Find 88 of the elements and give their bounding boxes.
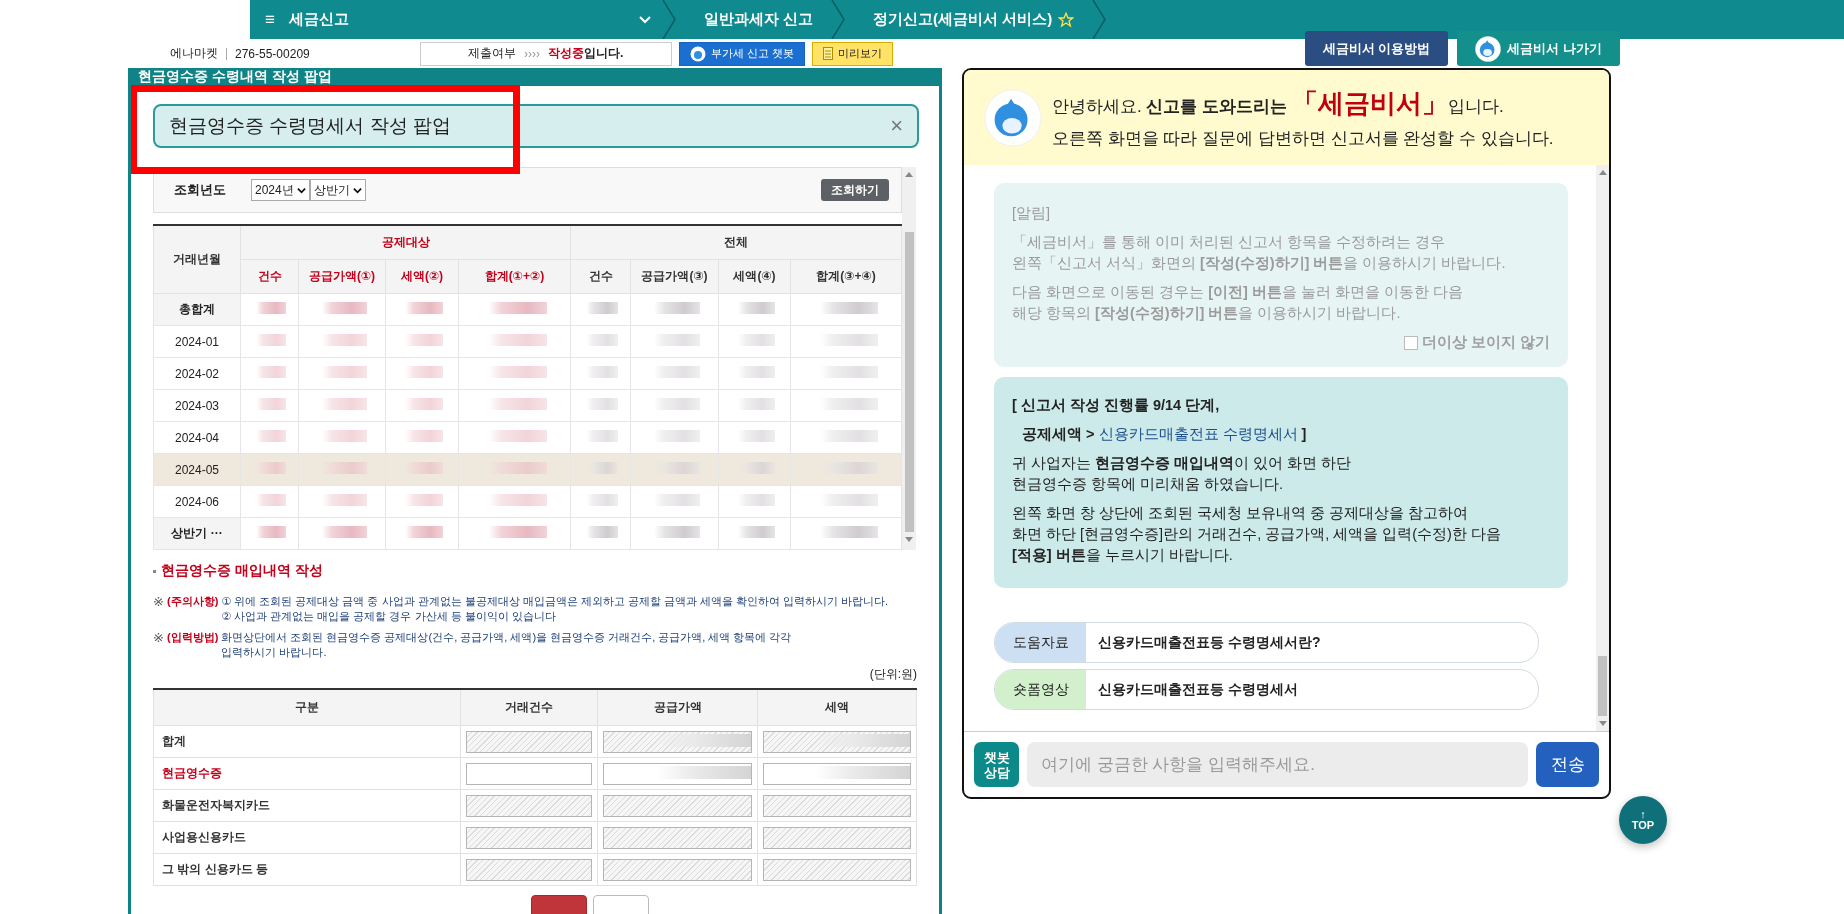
column-header: 공급가액(①): [298, 259, 386, 294]
note-mark: ※: [153, 630, 165, 647]
note-text: ② 사업과 관계없는 매입을 공제할 경우 가산세 등 불이익이 있습니다: [221, 609, 557, 624]
mascot-icon: [1475, 35, 1502, 62]
scrollbar-thumb[interactable]: [1598, 656, 1607, 716]
caret-down-icon[interactable]: [352, 185, 362, 195]
column-header: 공급가액(③): [630, 259, 719, 294]
row-label: 합계: [153, 725, 461, 758]
notice-text: 다음 화면으로 이동된 경우는 [이전] 버튼을 눌러 화면을 이동한 다음 해당 항목의 [작성(수정)하기] 버튼을 이용하시기 바랍니다.: [1012, 283, 1464, 323]
help-link[interactable]: 도움자료 신용카드매출전표등 수령명세서란?: [994, 622, 1539, 663]
company-name: 에나마켓: [170, 45, 218, 62]
table-cell: 2024-05: [153, 453, 241, 486]
note-text: 화면상단에서 조회된 현금영수증 공제대상(건수, 공급가액, 세액)을 현금영수증 거래건수, 공급가액, 세액 항목에 각각 입력하시기 바랍니다.: [221, 630, 793, 660]
caret-down-icon[interactable]: [296, 185, 306, 195]
half-select[interactable]: 상반기: [309, 179, 366, 201]
notice-text: 「세금비서」를 통해 이미 처리된 신고서 항목을 수정하려는 경우 왼쪽「신고서 서식」화면의 [작성(수정)하기] 버튼을 이용하시기 바랍니다.: [1012, 233, 1507, 273]
breadcrumb-link[interactable]: 정기신고(세금비서 서비스): [873, 10, 1053, 29]
table-cell: 2024-01: [153, 325, 241, 358]
progress-title: [ 신고서 작성 진행률 9/14 단계,: [1012, 396, 1221, 415]
chat-input[interactable]: 여기에 궁금한 사항을 입력해주세요.: [1027, 742, 1528, 787]
progress-path: 공제세액 > 신용카드매출전표 수령명세서 ]: [1021, 425, 1308, 444]
column-header: 건수: [240, 259, 299, 294]
search-button[interactable]: 조회하기: [821, 179, 889, 201]
business-number: 276-55-00209: [235, 46, 310, 61]
assistant-button[interactable]: 세금비서 나가기: [1457, 31, 1620, 66]
row-label: 현금영수증: [153, 757, 461, 790]
table-cell: 2024-03: [153, 389, 241, 422]
popup-title: 현금영수증 수령명세서 작성 팝업: [169, 114, 451, 138]
note-label: (입력방법): [167, 630, 219, 645]
scroll-top-button[interactable]: ↑ TOP: [1619, 796, 1667, 844]
table-cell: 2024-02: [153, 357, 241, 390]
chevron-separator-icon: [661, 0, 676, 39]
greeting-subtitle: 오른쪽 화면을 따라 질문에 답변하면 신고서를 완성할 수 있습니다.: [1052, 127, 1554, 150]
column-header: 공급가액: [597, 689, 758, 726]
column-header: 거래건수: [460, 689, 598, 726]
table-cell: 2024-06: [153, 485, 241, 518]
preview-button[interactable]: 미리보기: [811, 41, 893, 66]
chevron-separator-icon: [1092, 0, 1107, 39]
column-header: 합계(③+④): [790, 259, 902, 294]
column-header: 구분: [153, 689, 461, 726]
column-header: 세액: [757, 689, 917, 726]
popup-header: 현금영수증 수령내역 작성 팝업: [131, 68, 939, 86]
breadcrumb-link[interactable]: 일반과세자 신고: [703, 10, 814, 29]
mascot-icon: [984, 88, 1042, 147]
submission-status: 제출여부 ›››› 작성중입니다.: [419, 41, 672, 66]
row-label: 그 밖의 신용카드 등: [153, 853, 461, 886]
note-text: ① 위에 조회된 공제대상 금액 중 사업과 관계없는 불공제대상 매입금액은 제외하고 공제할 금액과 세액을 확인하여 입력하시기 바랍니다.: [221, 594, 889, 609]
input-field[interactable]: [763, 762, 911, 785]
table-cell: 2024-04: [153, 421, 241, 454]
arrow-down-icon[interactable]: [1598, 721, 1607, 726]
row-label: 화물운전자복지카드: [153, 789, 461, 822]
send-button[interactable]: 전송: [1536, 742, 1599, 787]
note-mark: ※: [153, 594, 165, 611]
help-link[interactable]: 숏폼영상 신용카드매출전표등 수령명세서: [994, 669, 1539, 710]
unit-label: (단위:원): [868, 666, 917, 683]
notice-title: [알림]: [1012, 204, 1052, 223]
progress-text: 왼쪽 화면 창 상단에 조회된 국세청 보유내역 중 공제대상을 참고하여 화면 하단 [현금영수증]란의 거래건수, 공급가액, 세액을 입력(수정)한 다음 [적용] 버튼을 누르시기 바랍니다.: [1012, 504, 1502, 565]
menu-icon[interactable]: ≡: [265, 9, 275, 30]
scrollbar-thumb[interactable]: [904, 232, 914, 532]
nav-title: 세금신고: [288, 10, 349, 29]
section-title: 현금영수증 매입내역 작성: [161, 562, 323, 580]
table-cell: 상반기 ···: [153, 517, 241, 550]
arrow-down-icon[interactable]: [905, 537, 913, 542]
table-cell: 총합계: [153, 293, 241, 326]
query-label: 조회년도: [174, 181, 226, 199]
chevron-separator-icon: [831, 0, 846, 39]
column-header: 세액(④): [718, 259, 791, 294]
input-field[interactable]: [466, 762, 592, 785]
year-select[interactable]: 2024년: [251, 179, 310, 201]
greeting-text: 안녕하세요. 신고를 도와드리는 「세금비서」입니다.: [1052, 86, 1505, 120]
column-header: 합계(①+②): [458, 259, 571, 294]
document-icon: [822, 47, 833, 60]
column-header: 전체: [570, 225, 902, 260]
column-header: 거래년월: [153, 225, 241, 294]
chatbot-consult-badge[interactable]: 챗봇 상담: [974, 742, 1019, 787]
row-label: 사업용신용카드: [153, 821, 461, 854]
progress-text: 귀 사업자는 현금영수증 매입내역이 있어 화면 하단 현금영수증 항목에 미리채움 하였습니다.: [1012, 454, 1353, 494]
chatbot-button[interactable]: 부가세 신고 챗봇: [678, 41, 805, 66]
column-header: 건수: [570, 259, 631, 294]
star-icon[interactable]: [1058, 11, 1075, 28]
note-label: (주의사항): [167, 594, 219, 609]
arrow-up-icon[interactable]: [905, 172, 913, 177]
close-icon[interactable]: ×: [890, 113, 903, 139]
column-header: 공제대상: [240, 225, 571, 260]
column-header: 세액(②): [385, 259, 459, 294]
assistant-button[interactable]: 세금비서 이용방법: [1304, 31, 1449, 66]
input-field[interactable]: [603, 762, 752, 785]
arrow-up-icon[interactable]: [1598, 170, 1607, 175]
